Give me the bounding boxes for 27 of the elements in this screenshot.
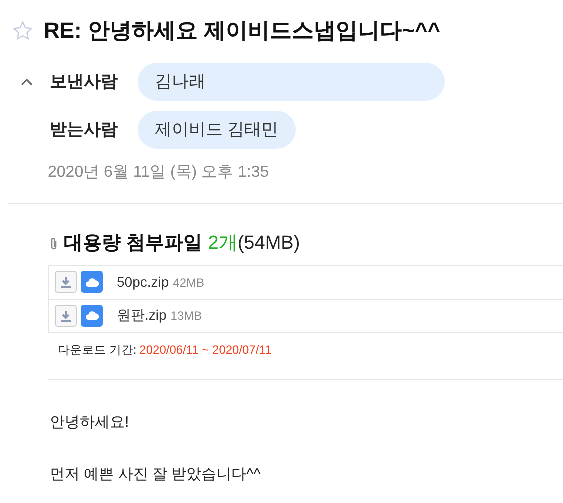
cloud-icon: [84, 276, 100, 288]
cloud-save-button[interactable]: [81, 271, 103, 293]
date-text: 2020년 6월 11일 (목) 오후 1:35: [47, 163, 270, 183]
download-icon: [60, 276, 72, 288]
file-name[interactable]: 원판.zip: [117, 305, 167, 326]
body-text: 안녕하세요!: [50, 412, 130, 432]
attachment-title: 대용량 첨부파일: [64, 232, 202, 256]
field-label: 받는사람: [50, 119, 119, 142]
download-button[interactable]: [55, 304, 77, 326]
attachment-count: 2개: [208, 232, 238, 256]
recipient-chip[interactable]: 제이비드 김태민: [138, 111, 296, 149]
sender-chip[interactable]: 김나래: [138, 63, 445, 101]
period-label: 다운로드 기간:: [58, 342, 137, 358]
file-name[interactable]: 50pc.zip: [117, 272, 170, 292]
body-text: 먼저 예쁜 사진 잘 받았습니다^^: [50, 464, 262, 484]
attachment-total: (54MB): [238, 232, 300, 256]
file-size: 13MB: [170, 308, 202, 325]
cloud-save-button[interactable]: [81, 304, 103, 326]
chevron-icon[interactable]: [20, 77, 34, 87]
period-dates: 2020/06/11 ~ 2020/07/11: [140, 342, 272, 358]
cloud-icon: [84, 310, 100, 321]
download-button[interactable]: [55, 271, 77, 293]
file-size: 42MB: [173, 274, 205, 292]
download-icon: [60, 310, 72, 322]
field-label: 보낸사람: [50, 71, 119, 94]
email-subject: RE: 안녕하세요 제이비드스냅입니다~^^: [44, 17, 441, 45]
star-icon[interactable]: [12, 20, 34, 42]
